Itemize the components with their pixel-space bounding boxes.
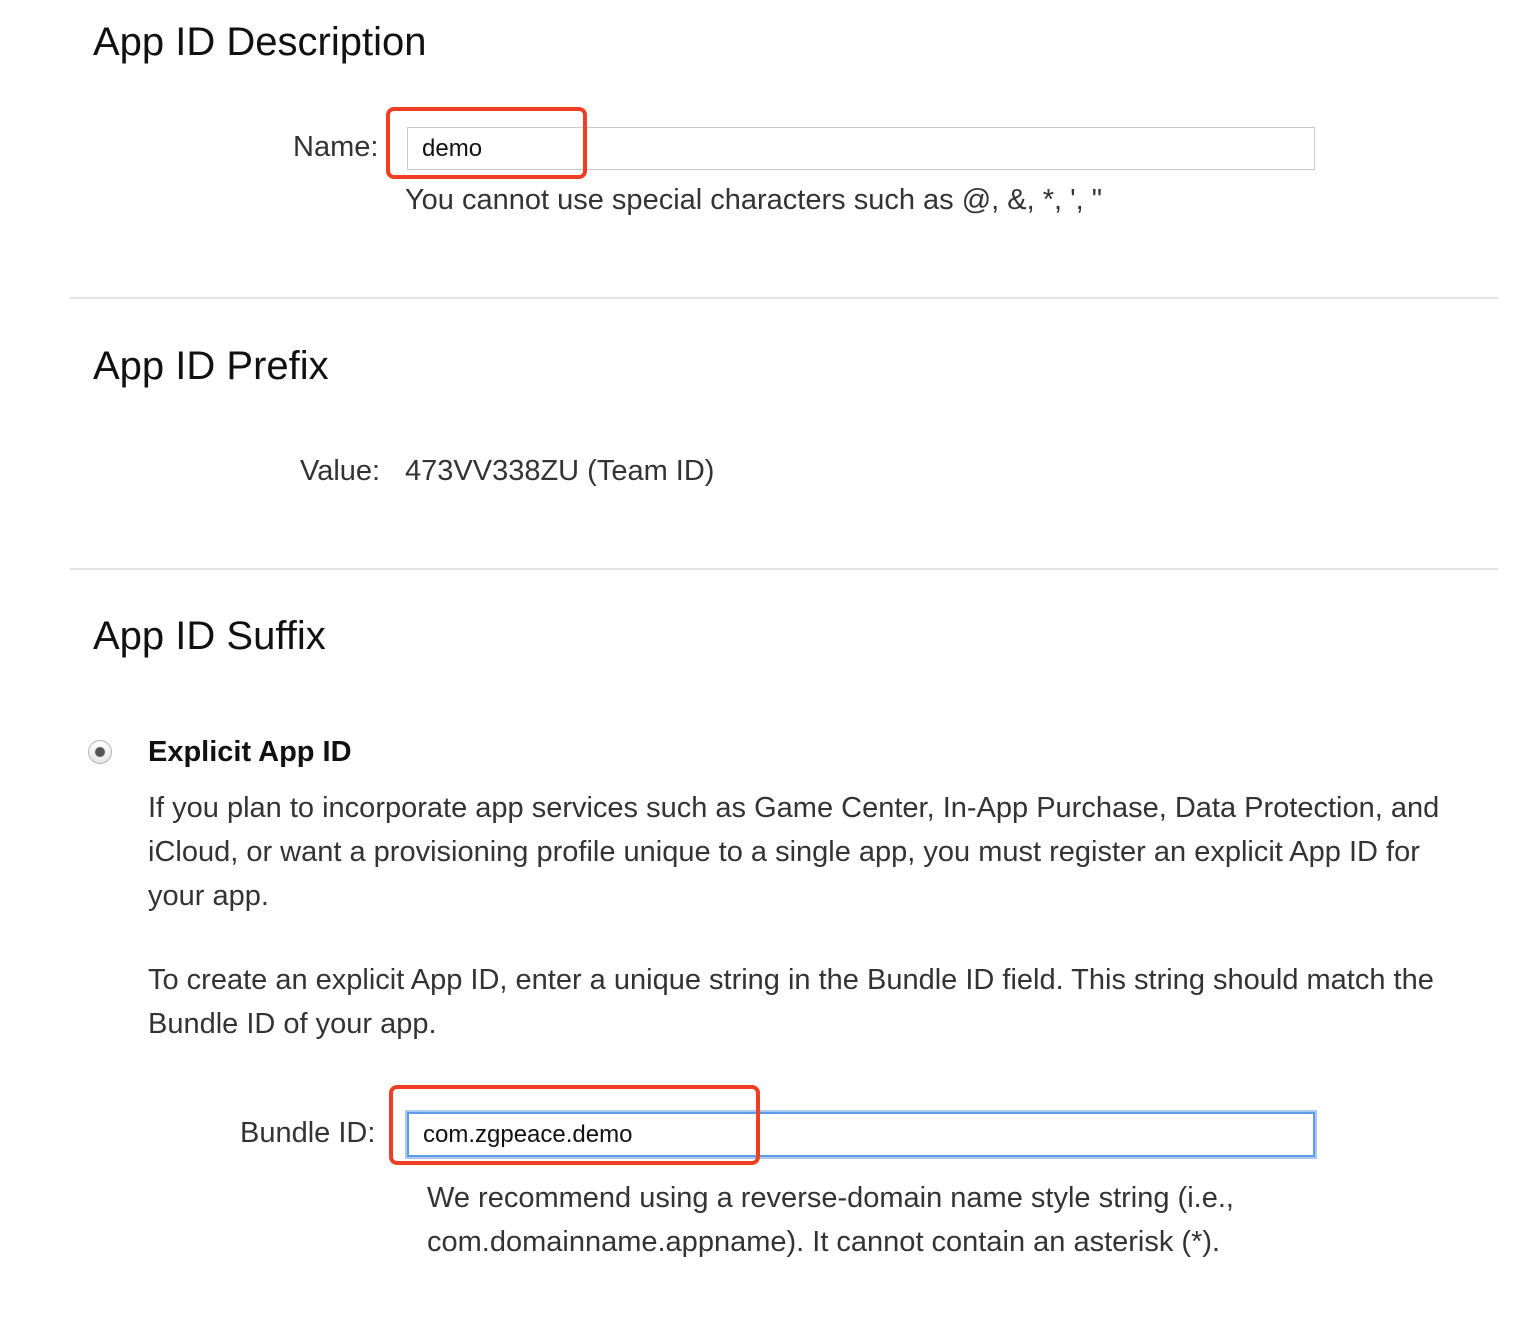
value-label: Value: xyxy=(300,455,381,487)
bundle-id-help-line1: We recommend using a reverse-domain name… xyxy=(427,1182,1234,1214)
explicit-app-id-radio[interactable] xyxy=(88,740,112,764)
name-label: Name: xyxy=(293,131,379,163)
radio-selected-dot xyxy=(95,747,105,757)
name-help-text: You cannot use special characters such a… xyxy=(405,184,1103,216)
name-input[interactable] xyxy=(407,127,1315,170)
bundle-id-input[interactable] xyxy=(407,1112,1315,1157)
bundle-id-instructions: To create an explicit App ID, enter a un… xyxy=(148,964,1434,1040)
bundle-id-label: Bundle ID: xyxy=(240,1117,376,1149)
section-title-description: App ID Description xyxy=(93,20,427,64)
explicit-app-id-description: If you plan to incorporate app services … xyxy=(148,792,1440,912)
section-divider xyxy=(70,297,1498,299)
section-title-suffix: App ID Suffix xyxy=(93,614,326,658)
section-title-prefix: App ID Prefix xyxy=(93,344,329,388)
bundle-id-help-line2: com.domainname.appname). It cannot conta… xyxy=(427,1226,1221,1258)
section-divider xyxy=(70,568,1498,570)
explicit-app-id-label[interactable]: Explicit App ID xyxy=(148,738,352,767)
team-id-value: 473VV338ZU (Team ID) xyxy=(405,455,715,487)
